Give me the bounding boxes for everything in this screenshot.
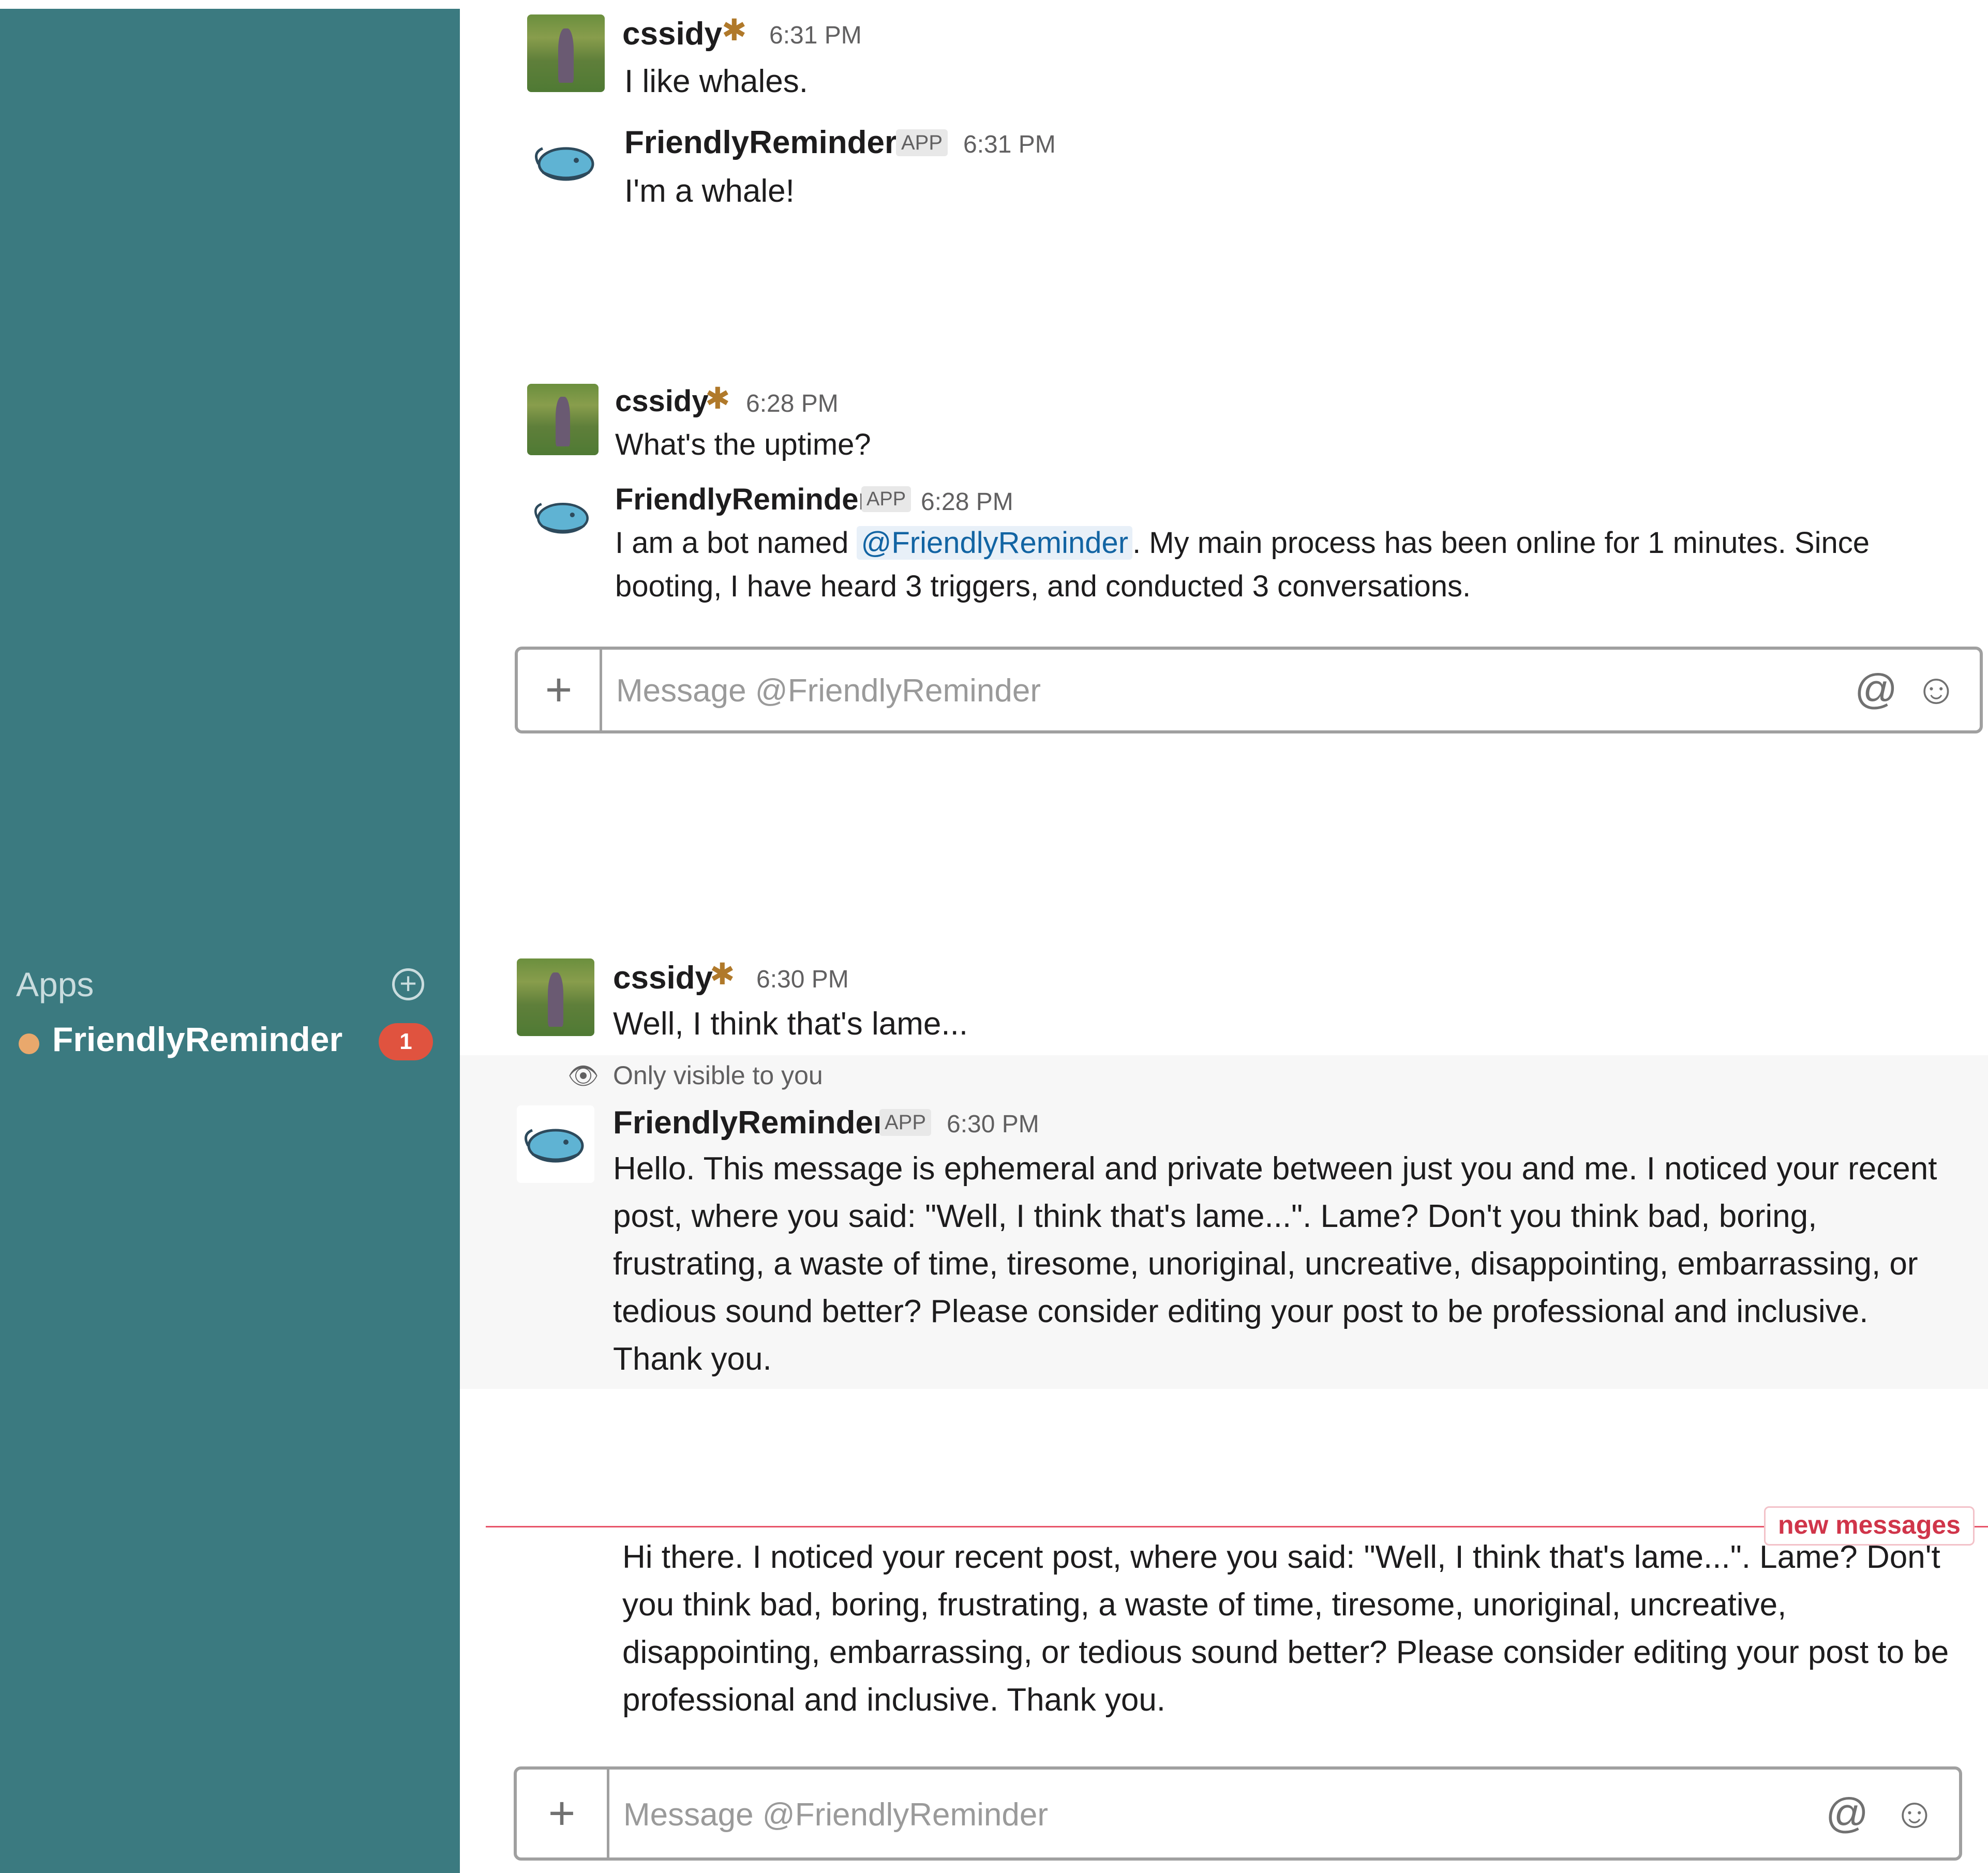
user-avatar[interactable] [527, 384, 599, 455]
add-app-icon[interactable]: + [392, 968, 424, 1000]
message-timestamp[interactable]: 6:31 PM [963, 132, 1056, 157]
message-timestamp[interactable]: 6:28 PM [921, 490, 1013, 515]
app-tag: APP [879, 1109, 932, 1136]
sidebar [0, 9, 460, 1873]
app-tag: APP [861, 486, 911, 512]
sidebar-item-friendlyreminder[interactable]: FriendlyReminder [52, 1022, 342, 1056]
bot-avatar[interactable] [517, 1105, 594, 1183]
app-tag: APP [896, 129, 948, 156]
user-avatar[interactable] [517, 958, 594, 1036]
message-composer: + @ ☺ [515, 647, 1983, 733]
emoji-picker-icon[interactable]: ☺ [1893, 1792, 1936, 1835]
message-text: Well, I think that's lame... [613, 1006, 968, 1042]
message-text: I am a bot named @FriendlyReminder. My m… [615, 526, 1870, 603]
message-text: I'm a whale! [624, 173, 795, 209]
bot-avatar[interactable] [527, 132, 605, 194]
message-input[interactable] [615, 669, 1807, 712]
bot-avatar[interactable] [527, 489, 599, 546]
message-text: Hi there. I noticed your recent post, wh… [622, 1539, 1949, 1718]
message-author[interactable]: FriendlyReminder [615, 485, 870, 515]
attach-plus-button[interactable]: + [517, 1770, 609, 1857]
message-author[interactable]: FriendlyReminder [624, 127, 897, 159]
user-avatar[interactable] [527, 14, 605, 92]
message-timestamp[interactable]: 6:30 PM [947, 1112, 1039, 1137]
unread-badge: 1 [379, 1023, 433, 1060]
eye-icon: 👁 [567, 1062, 599, 1090]
message-timestamp[interactable]: 6:28 PM [746, 392, 839, 416]
message-timestamp[interactable]: 6:30 PM [756, 967, 849, 992]
spider-emoji-icon: ✱ [705, 382, 730, 415]
message-composer: + @ ☺ [514, 1766, 1962, 1861]
apps-section-label: Apps [16, 965, 94, 1003]
new-messages-divider [486, 1526, 1988, 1527]
message-author[interactable]: cssidy [622, 18, 722, 50]
spider-emoji-icon: ✱ [710, 957, 735, 991]
mention-at-icon[interactable]: @ [1826, 1792, 1869, 1835]
message-author[interactable]: cssidy [615, 386, 709, 416]
message-text: Hello. This message is ephemeral and pri… [613, 1151, 1937, 1377]
presence-dot-icon [19, 1033, 39, 1054]
message-timestamp[interactable]: 6:31 PM [769, 23, 862, 48]
message-author[interactable]: FriendlyReminder [613, 1107, 886, 1139]
message-text: What's the uptime? [615, 428, 871, 461]
user-mention-link[interactable]: @FriendlyReminder [857, 526, 1133, 560]
message-text: I like whales. [624, 64, 808, 99]
only-visible-note: Only visible to you [613, 1061, 823, 1090]
message-input[interactable] [622, 1793, 1788, 1836]
attach-plus-button[interactable]: + [518, 650, 602, 730]
message-author[interactable]: cssidy [613, 962, 713, 994]
mention-at-icon[interactable]: @ [1855, 668, 1897, 711]
emoji-picker-icon[interactable]: ☺ [1915, 668, 1958, 711]
spider-emoji-icon: ✱ [722, 13, 747, 47]
